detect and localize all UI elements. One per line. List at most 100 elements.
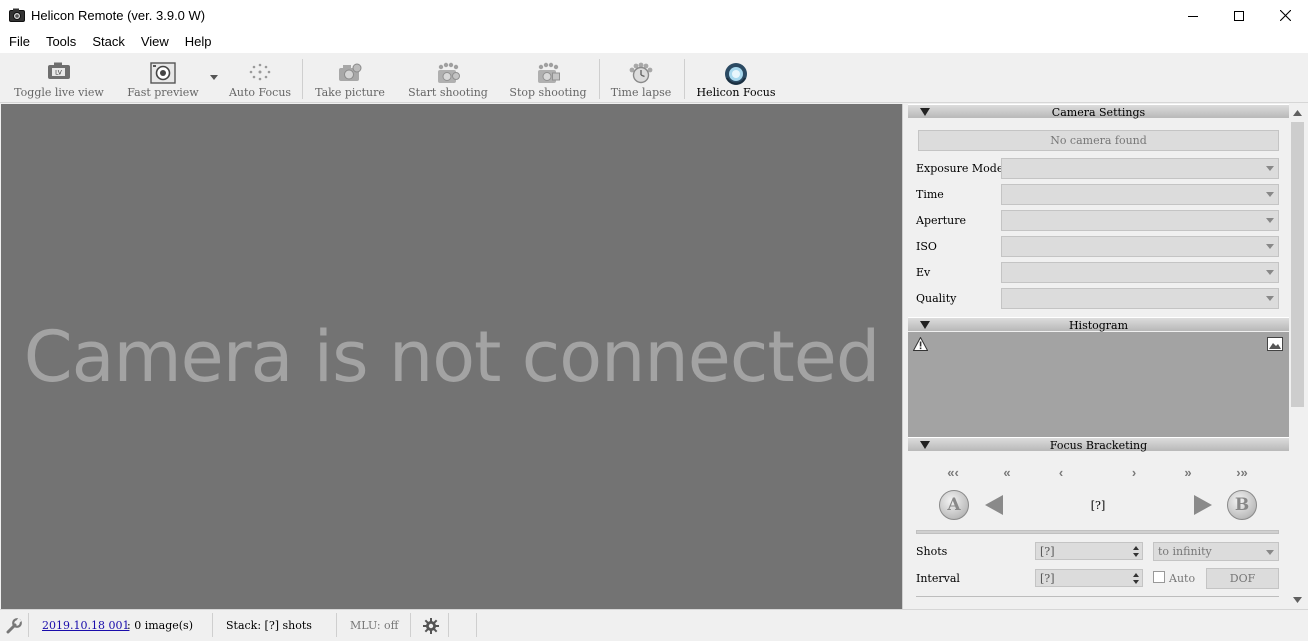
toolbar-separator xyxy=(599,59,600,99)
window-title: Helicon Remote (ver. 3.9.0 W) xyxy=(31,8,206,23)
auto-checkbox[interactable] xyxy=(1153,571,1165,583)
svg-text:LV: LV xyxy=(55,70,63,77)
time-select[interactable] xyxy=(1001,184,1279,205)
start-shooting-icon xyxy=(438,62,460,83)
helicon-focus-label: Helicon Focus xyxy=(696,86,776,99)
focus-bracketing-title: Focus Bracketing xyxy=(1049,439,1148,452)
set-point-a-button[interactable]: A xyxy=(939,490,969,520)
shots-spinbox[interactable]: [?] xyxy=(1035,542,1143,560)
start-shooting-button[interactable]: Start shooting xyxy=(400,53,496,103)
live-view-viewport[interactable]: Camera is not connected xyxy=(1,104,902,609)
take-picture-button[interactable]: Take picture xyxy=(308,53,392,103)
auto-focus-icon xyxy=(249,63,271,81)
ev-select[interactable] xyxy=(1001,262,1279,283)
dropdown-arrow-icon xyxy=(1266,296,1274,301)
exposure-mode-select[interactable] xyxy=(1001,158,1279,179)
panel-scrollbar[interactable] xyxy=(1289,104,1306,609)
camera-settings-header[interactable]: Camera Settings xyxy=(908,104,1289,119)
histogram-image-icon[interactable] xyxy=(1267,337,1283,351)
scroll-up-icon[interactable] xyxy=(1293,110,1302,116)
spin-up-icon[interactable] xyxy=(1133,546,1139,550)
auto-focus-label: Auto Focus xyxy=(228,86,292,99)
set-point-b-button[interactable]: B xyxy=(1227,490,1257,520)
camera-status-button[interactable]: No camera found xyxy=(918,130,1279,151)
close-icon xyxy=(1279,10,1291,21)
histogram-header[interactable]: Histogram xyxy=(908,317,1289,332)
ev-label: Ev xyxy=(916,266,931,279)
helicon-focus-button[interactable]: Helicon Focus xyxy=(690,53,782,103)
arrow-left-icon[interactable] xyxy=(983,494,1005,516)
stop-shooting-button[interactable]: Stop shooting xyxy=(502,53,594,103)
wrench-icon[interactable] xyxy=(6,618,22,634)
maximize-icon xyxy=(1234,10,1244,21)
camera-status-message: Camera is not connected xyxy=(23,316,881,398)
chevron-left-icon: ‹ xyxy=(1058,464,1064,480)
shots-mode-select[interactable]: to infinity xyxy=(1153,542,1279,561)
stack-status: Stack: [?] shots xyxy=(226,619,312,632)
chevron-down-icon xyxy=(210,75,218,80)
stop-shooting-label: Stop shooting xyxy=(509,86,587,99)
step-back-small-button[interactable]: ‹ xyxy=(1051,464,1071,480)
menu-bar: File Tools Stack View Help xyxy=(0,31,1308,53)
auto-label: Auto xyxy=(1169,572,1196,585)
title-bar: Helicon Remote (ver. 3.9.0 W) xyxy=(0,0,1308,31)
arrow-right-icon[interactable] xyxy=(1192,494,1214,516)
dropdown-arrow-icon xyxy=(1266,550,1274,555)
toolbar-separator xyxy=(302,59,303,99)
chevron-right-icon: › xyxy=(1131,464,1137,480)
focus-position-value: [?] xyxy=(1090,499,1106,512)
menu-tools[interactable]: Tools xyxy=(38,31,84,53)
spin-down-icon[interactable] xyxy=(1133,580,1139,584)
iso-label: ISO xyxy=(916,240,937,253)
point-a-label: A xyxy=(947,495,961,515)
scroll-down-icon[interactable] xyxy=(1293,597,1302,603)
iso-select[interactable] xyxy=(1001,236,1279,257)
maximize-button[interactable] xyxy=(1216,0,1262,31)
toggle-live-view-button[interactable]: LV Toggle live view xyxy=(6,53,112,103)
dropdown-arrow-icon xyxy=(1266,192,1274,197)
auto-focus-button[interactable]: Auto Focus xyxy=(224,53,296,103)
minimize-button[interactable] xyxy=(1170,0,1216,31)
close-button[interactable] xyxy=(1262,0,1308,31)
camera-settings-title: Camera Settings xyxy=(1051,106,1146,119)
fast-preview-button[interactable]: Fast preview xyxy=(120,53,206,103)
menu-view[interactable]: View xyxy=(133,31,177,53)
point-b-label: B xyxy=(1234,495,1250,515)
section-divider xyxy=(916,596,1279,597)
dropdown-arrow-icon xyxy=(1266,166,1274,171)
quality-select[interactable] xyxy=(1001,288,1279,309)
shots-value: [?] xyxy=(1040,545,1055,558)
menu-stack[interactable]: Stack xyxy=(84,31,133,53)
aperture-select[interactable] xyxy=(1001,210,1279,231)
step-forward-medium-button[interactable]: » xyxy=(1178,465,1198,480)
focus-range-bar[interactable] xyxy=(916,530,1279,534)
spin-down-icon[interactable] xyxy=(1133,553,1139,557)
time-lapse-button[interactable]: Time lapse xyxy=(605,53,677,103)
status-separator xyxy=(448,613,449,637)
step-forward-small-button[interactable]: › xyxy=(1124,464,1144,480)
session-link[interactable]: 2019.10.18 001 xyxy=(42,619,129,632)
aperture-label: Aperture xyxy=(916,214,967,227)
menu-help[interactable]: Help xyxy=(177,31,220,53)
helicon-focus-logo-icon xyxy=(725,63,747,85)
time-lapse-label: Time lapse xyxy=(610,86,672,99)
settings-panel: Camera Settings No camera found Exposure… xyxy=(908,104,1289,609)
spin-up-icon[interactable] xyxy=(1133,573,1139,577)
focus-bracketing-header[interactable]: Focus Bracketing xyxy=(908,437,1289,452)
step-back-medium-button[interactable]: « xyxy=(997,464,1017,480)
dof-button[interactable]: DOF xyxy=(1206,568,1279,589)
triple-chevron-left-icon: «‹ xyxy=(947,464,959,480)
gear-icon[interactable] xyxy=(423,618,439,634)
step-back-large-button[interactable]: «‹ xyxy=(943,464,963,480)
step-forward-large-button[interactable]: ›» xyxy=(1232,465,1252,480)
quality-label: Quality xyxy=(916,292,957,305)
double-chevron-left-icon: « xyxy=(1003,464,1011,480)
interval-label: Interval xyxy=(916,572,960,585)
live-view-camera-icon: LV xyxy=(48,62,70,79)
exposure-mode-label: Exposure Mode xyxy=(916,162,1004,175)
scrollbar-thumb[interactable] xyxy=(1291,122,1304,407)
dropdown-arrow-icon xyxy=(1266,218,1274,223)
menu-file[interactable]: File xyxy=(0,31,38,53)
interval-spinbox[interactable]: [?] xyxy=(1035,569,1143,587)
fast-preview-dropdown[interactable] xyxy=(206,53,222,103)
